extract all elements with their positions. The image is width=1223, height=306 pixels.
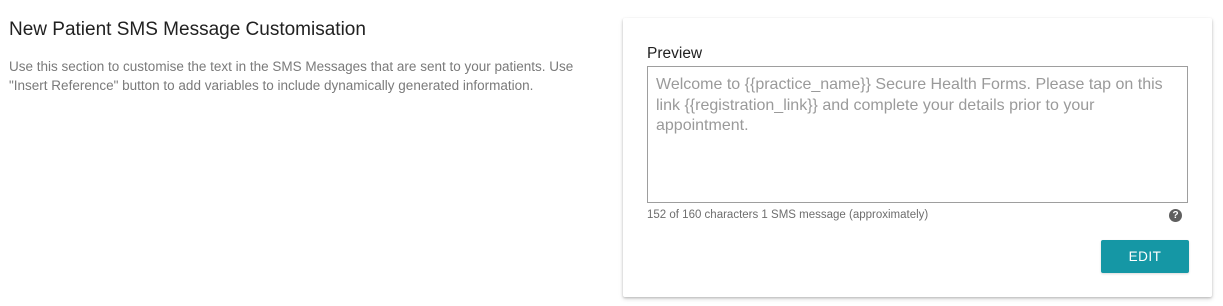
preview-card: Preview Welcome to {{practice_name}} Sec… xyxy=(623,18,1212,297)
sms-customisation-page: New Patient SMS Message Customisation Us… xyxy=(0,0,1223,306)
edit-button[interactable]: EDIT xyxy=(1101,240,1189,273)
page-title: New Patient SMS Message Customisation xyxy=(9,19,366,40)
sms-preview-textbox[interactable]: Welcome to {{practice_name}} Secure Heal… xyxy=(647,66,1188,203)
preview-label: Preview xyxy=(647,45,703,62)
section-header: New Patient SMS Message Customisation Us… xyxy=(9,17,609,95)
question-circle-icon[interactable]: ? xyxy=(1169,209,1182,222)
character-count: 152 of 160 characters 1 SMS message (app… xyxy=(647,209,929,221)
section-description: Use this section to customise the text i… xyxy=(9,59,574,93)
